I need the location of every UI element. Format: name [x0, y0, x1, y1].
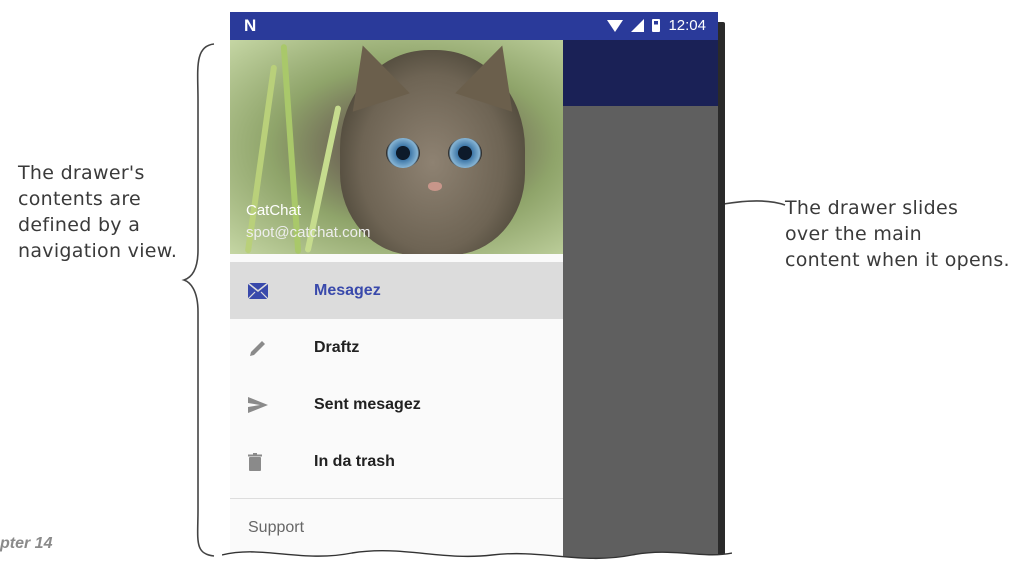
app-toolbar — [563, 40, 718, 106]
navigation-drawer: CatChat spot@catchat.com Mesagez Draftz — [230, 40, 563, 565]
drawer-menu: Mesagez Draftz Sent mesagez In da trash — [230, 262, 563, 557]
pencil-icon — [230, 319, 294, 376]
notification-icon: N — [244, 16, 257, 35]
email-icon — [230, 262, 294, 319]
drawer-slides-annotation: The drawer slides over the main content … — [785, 197, 1010, 271]
send-icon — [230, 376, 294, 433]
status-bar: N 12:04 — [230, 12, 718, 40]
status-time: 12:04 — [668, 17, 706, 34]
kitten-ear — [334, 40, 410, 112]
kitten-ear — [455, 40, 531, 112]
kitten-nose — [428, 182, 442, 191]
torn-edge — [222, 550, 732, 577]
header-account-email: spot@catchat.com — [246, 224, 371, 241]
menu-item-label: In da trash — [314, 452, 395, 470]
header-account-name: CatChat — [246, 202, 302, 219]
menu-item-label: Draftz — [314, 338, 360, 356]
grass-blade — [280, 44, 302, 254]
curly-brace — [181, 43, 215, 557]
menu-item-label: Sent mesagez — [314, 395, 421, 413]
main-content-scrim[interactable] — [563, 106, 718, 565]
trash-icon — [230, 433, 294, 490]
wifi-icon — [607, 19, 624, 32]
device-screen: N 12:04 CatChat spot@catchat.com Mesagez… — [230, 12, 718, 565]
kitten-eye — [386, 138, 420, 168]
battery-icon — [652, 19, 661, 32]
drawer-header: CatChat spot@catchat.com — [230, 40, 563, 254]
menu-item-mesagez[interactable]: Mesagez — [230, 262, 563, 319]
kitten-eye — [448, 138, 482, 168]
menu-item-sent-mesagez[interactable]: Sent mesagez — [230, 376, 563, 433]
chapter-label: pter 14 — [0, 535, 53, 552]
menu-item-label: Mesagez — [314, 281, 381, 299]
signal-icon — [631, 19, 645, 32]
status-indicators: 12:04 — [607, 17, 706, 34]
menu-item-draftz[interactable]: Draftz — [230, 319, 563, 376]
menu-item-in-da-trash[interactable]: In da trash — [230, 433, 563, 490]
